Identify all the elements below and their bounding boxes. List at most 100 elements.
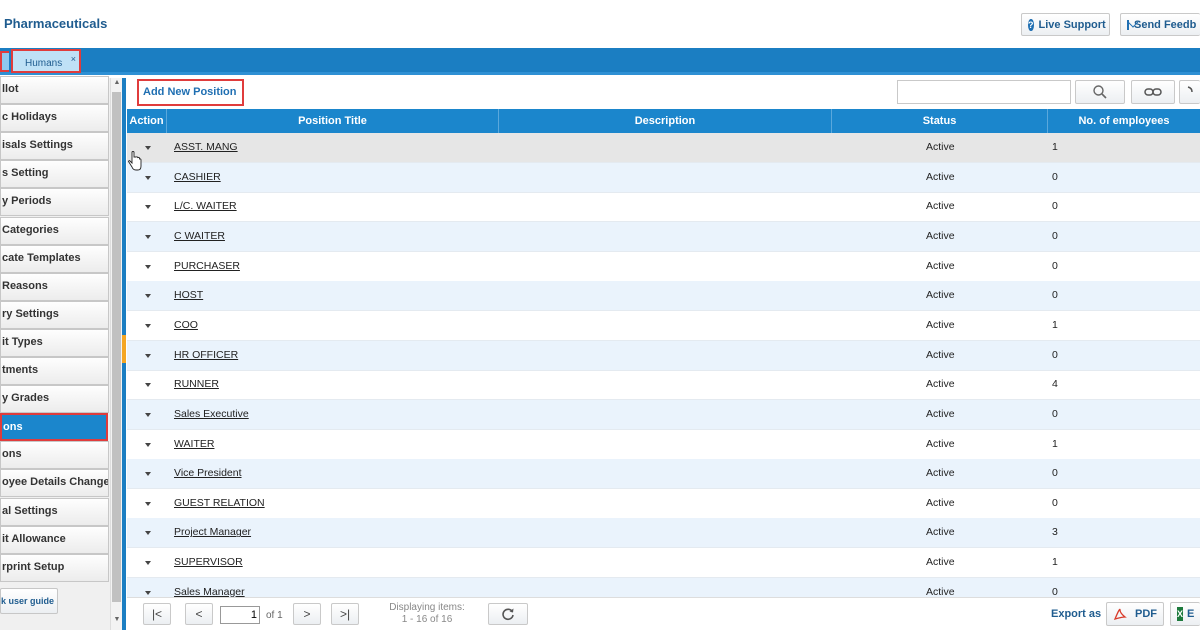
sidebar-item[interactable]: isals Settings [0,132,109,161]
next-page-button[interactable]: > [293,603,321,625]
scroll-up-icon[interactable]: ▲ [112,79,122,89]
column-header-employee-count[interactable]: No. of employees [1048,109,1200,133]
sidebar-scrollbar[interactable]: ▲ ▼ [110,78,122,630]
first-page-button[interactable]: |< [143,603,171,625]
sidebar-item[interactable]: Reasons [0,272,109,301]
description-cell [505,341,825,370]
status-cell: Active [926,467,955,480]
sidebar-item[interactable]: al Settings [0,497,109,526]
table-row[interactable]: Project Manager Active 3 [127,518,1200,549]
link-button[interactable] [1131,80,1175,104]
table-row[interactable]: HR OFFICER Active 0 [127,340,1200,371]
table-row[interactable]: Vice President Active 0 [127,459,1200,490]
sidebar-item[interactable]: it Types [0,328,109,357]
export-excel-button[interactable]: X E [1170,602,1200,626]
position-title-link[interactable]: Sales Executive [174,400,494,429]
employee-count-cell: 0 [1052,229,1058,242]
sidebar-item[interactable]: Categories [0,216,109,245]
position-title-link[interactable]: RUNNER [174,370,494,399]
row-action-menu[interactable] [127,252,167,281]
table-row[interactable]: Sales Executive Active 0 [127,399,1200,430]
position-title-link[interactable]: ASST. MANG [174,133,494,162]
settings-button[interactable] [1179,80,1200,104]
column-header-description[interactable]: Description [499,109,832,133]
sidebar-item[interactable]: llot [0,76,109,104]
sidebar-item[interactable]: y Periods [0,188,109,217]
app-brand: Pharmaceuticals [4,16,108,31]
column-header-position-title[interactable]: Position Title [167,109,499,133]
scrollbar-thumb[interactable] [112,92,121,602]
refresh-button[interactable] [488,603,528,625]
sidebar-item[interactable]: tments [0,357,109,385]
table-row[interactable]: PURCHASER Active 0 [127,252,1200,282]
row-action-menu[interactable] [127,400,167,429]
sidebar-item[interactable]: ons [0,413,108,442]
close-icon[interactable]: × [71,54,76,64]
table-row[interactable]: L/C. WAITER Active 0 [127,192,1200,223]
sidebar-item[interactable]: rprint Setup [0,553,109,582]
column-header-action[interactable]: Action [127,109,167,133]
previous-page-button[interactable]: < [185,603,213,625]
table-row[interactable]: SUPERVISOR Active 1 [127,548,1200,579]
employee-count-cell: 0 [1052,259,1058,272]
sidebar-item[interactable]: it Allowance [0,525,109,554]
column-header-status[interactable]: Status [832,109,1048,133]
position-title-link[interactable]: SUPERVISOR [174,548,494,577]
table-row[interactable]: HOST Active 0 [127,281,1200,312]
sidebar-item[interactable]: y Grades [0,385,109,414]
caret-down-icon [145,294,151,299]
row-action-menu[interactable] [127,222,167,251]
employee-count-cell: 1 [1052,141,1058,153]
add-new-position-button[interactable]: Add New Position [137,79,244,106]
splitter-handle[interactable] [122,335,126,363]
row-action-menu[interactable] [127,281,167,310]
table-row[interactable]: C WAITER Active 0 [127,221,1200,252]
table-row[interactable]: COO Active 1 [127,311,1200,341]
last-page-button[interactable]: >| [331,603,359,625]
position-title-link[interactable]: HOST [174,281,494,310]
row-action-menu[interactable] [127,192,167,221]
send-feedback-button[interactable]: Send Feedb [1120,13,1200,36]
row-action-menu[interactable] [127,489,167,518]
export-pdf-button[interactable]: PDF [1106,602,1164,626]
row-action-menu[interactable] [127,518,167,547]
sidebar-item[interactable]: cate Templates [0,244,109,273]
position-title-link[interactable]: PURCHASER [174,252,494,281]
sidebar-item[interactable]: ry Settings [0,300,109,329]
row-action-menu[interactable] [127,341,167,370]
row-action-menu[interactable] [127,311,167,340]
position-title-link[interactable]: Project Manager [174,518,494,547]
scroll-down-icon[interactable]: ▼ [112,616,122,626]
sidebar-item[interactable]: ons [0,441,109,470]
sidebar-item[interactable]: oyee Details Changes [0,469,109,498]
status-cell: Active [926,170,955,183]
position-title-link[interactable]: CASHIER [174,163,494,192]
position-title-link[interactable]: HR OFFICER [174,341,494,370]
search-button[interactable] [1075,80,1125,104]
tab-humans[interactable]: Humans × [11,49,81,73]
row-action-menu[interactable] [127,370,167,399]
employee-count-cell: 0 [1052,200,1058,213]
position-title-link[interactable]: GUEST RELATION [174,489,494,518]
row-action-menu[interactable] [127,430,167,459]
row-action-menu[interactable] [127,459,167,488]
user-guide-button[interactable]: k user guide [0,588,58,614]
sidebar-item[interactable]: s Setting [0,160,109,189]
table-row[interactable]: WAITER Active 1 [127,430,1200,460]
table-row[interactable]: GUEST RELATION Active 0 [127,489,1200,519]
position-title-link[interactable]: C WAITER [174,222,494,251]
tab-previous[interactable] [0,51,9,72]
live-support-button[interactable]: ? Live Support [1021,13,1110,36]
position-title-link[interactable]: Vice President [174,459,494,488]
row-action-menu[interactable] [127,548,167,577]
position-title-link[interactable]: L/C. WAITER [174,192,494,221]
employee-count-cell: 4 [1052,378,1058,391]
search-input[interactable] [897,80,1071,104]
page-number-input[interactable] [220,606,260,624]
position-title-link[interactable]: COO [174,311,494,340]
position-title-link[interactable]: WAITER [174,430,494,459]
table-row[interactable]: CASHIER Active 0 [127,162,1200,193]
sidebar-item[interactable]: c Holidays [0,104,109,133]
table-row[interactable]: ASST. MANG Active 1 [127,133,1200,163]
table-row[interactable]: RUNNER Active 4 [127,370,1200,401]
